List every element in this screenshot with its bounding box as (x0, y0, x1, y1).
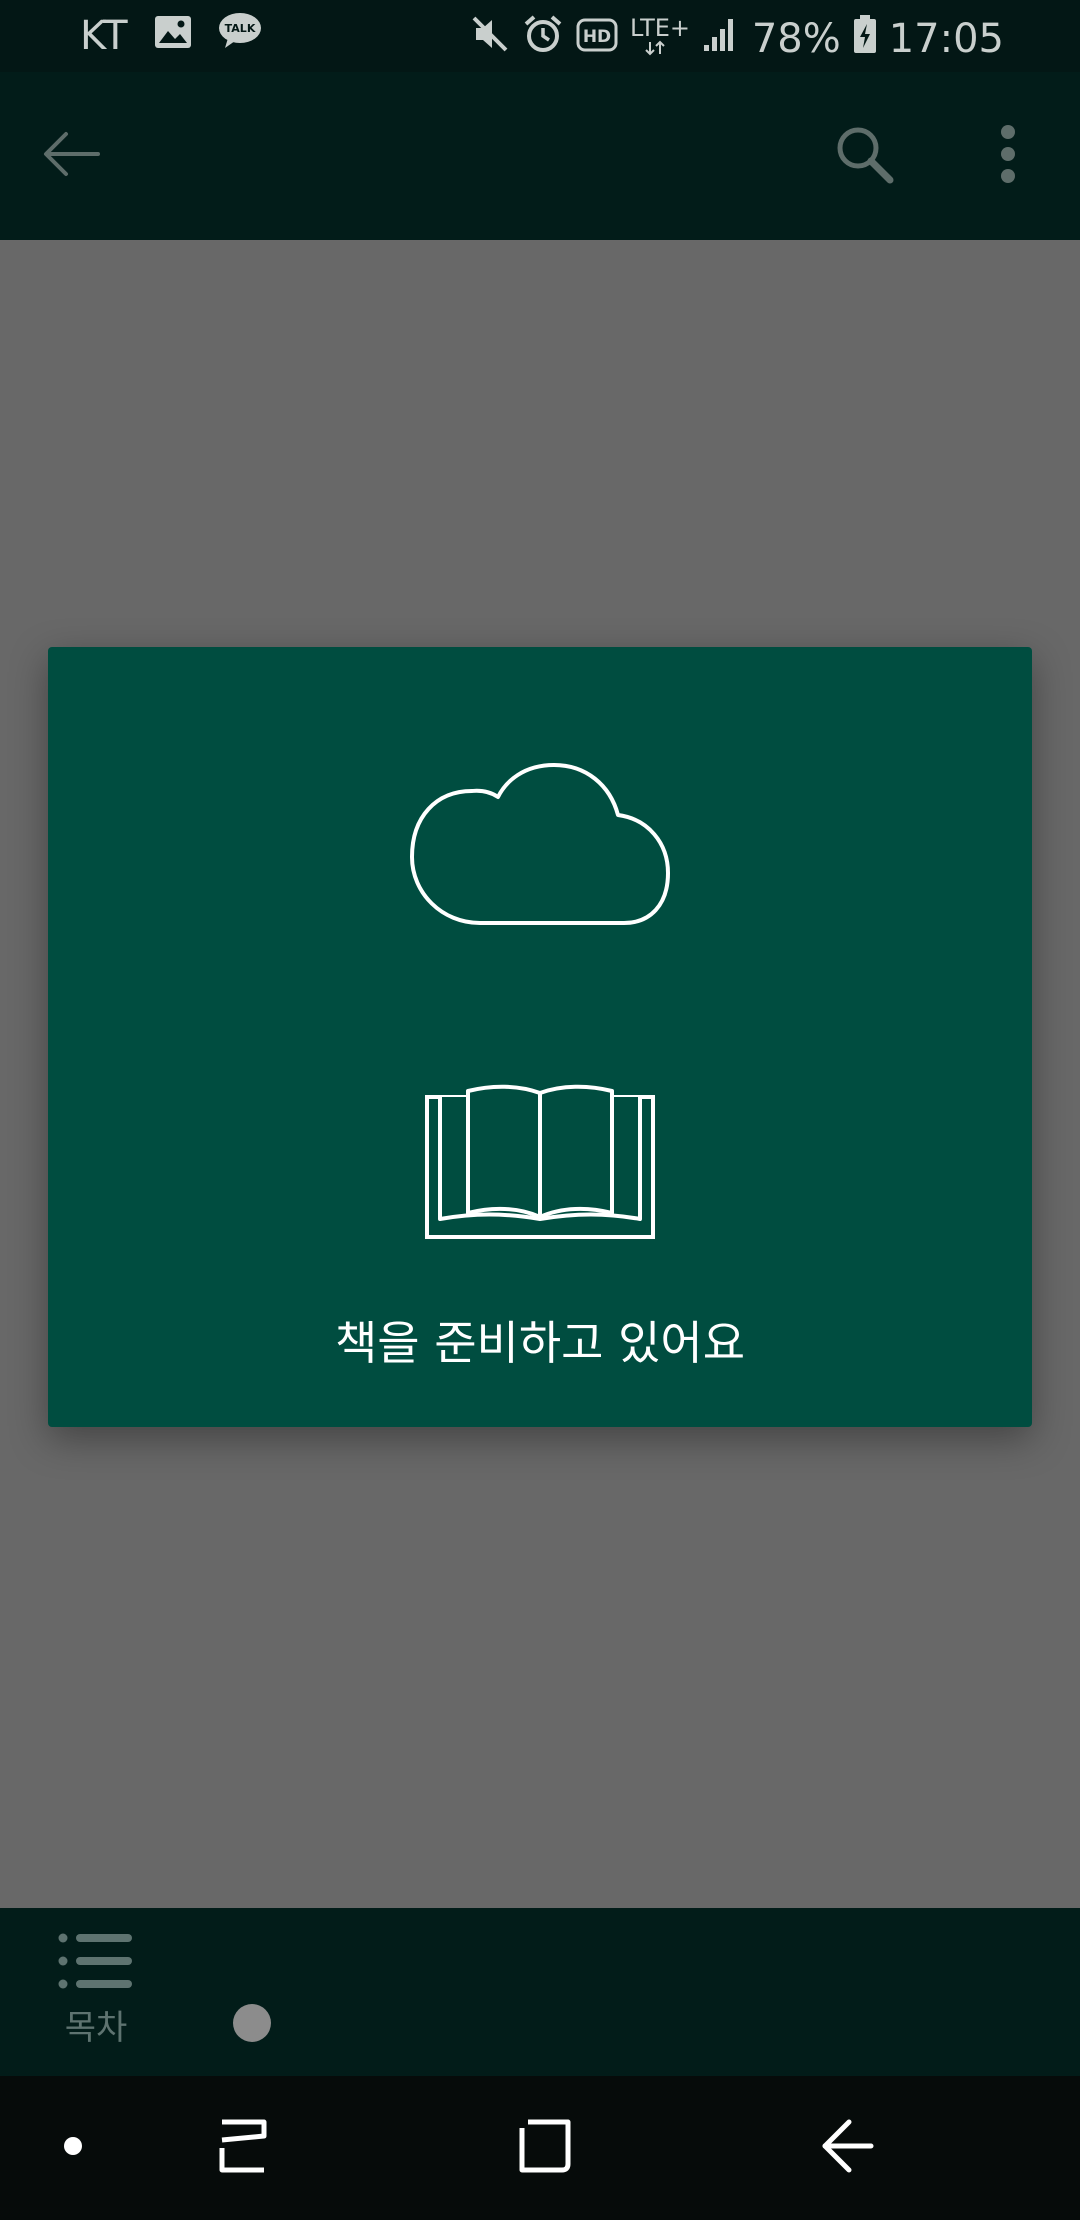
loading-dialog: 책을 준비하고 있어요 (48, 647, 1032, 1427)
talk-badge-text: TALK (224, 22, 255, 35)
open-book-icon (424, 1083, 656, 1243)
nav-dot-button[interactable] (28, 2112, 118, 2184)
toc-label: 목차 (64, 2008, 128, 2048)
cloud-icon (410, 757, 672, 931)
kakaotalk-icon: TALK (218, 12, 262, 60)
alarm-icon (522, 14, 564, 64)
app-bar (0, 72, 1080, 240)
recents-icon (216, 2118, 270, 2178)
clock: 17:05 (888, 16, 1004, 62)
back-arrow-icon (42, 130, 102, 182)
signal-icon (702, 15, 740, 63)
battery-charging-icon (853, 14, 877, 64)
progress-slider-thumb[interactable] (233, 2004, 271, 2042)
network-label: LTE+ (630, 14, 690, 42)
search-icon (834, 124, 894, 188)
home-button[interactable] (500, 2112, 590, 2184)
back-icon (819, 2118, 875, 2178)
gallery-icon (154, 13, 192, 59)
more-vert-icon (998, 124, 1018, 188)
reader-bottom-bar: 목차 (0, 1908, 1080, 2076)
toc-button[interactable]: 목차 (52, 1932, 140, 2049)
dot-icon (63, 2136, 83, 2160)
status-bar: KT TALK HD LTE+ 78% 17:05 (0, 0, 1080, 72)
recents-button[interactable] (198, 2112, 288, 2184)
hd-icon: HD (576, 16, 618, 62)
home-icon (518, 2118, 572, 2178)
carrier-label: KT (80, 13, 128, 59)
lte-icon: LTE+ (630, 12, 690, 66)
mute-icon (470, 14, 510, 64)
loading-message: 책을 준비하고 있어요 (334, 1316, 746, 1370)
back-nav-button[interactable] (802, 2112, 892, 2184)
system-nav-bar (0, 2076, 1080, 2220)
more-options-button[interactable] (966, 114, 1050, 198)
back-button[interactable] (30, 114, 114, 198)
search-button[interactable] (822, 114, 906, 198)
battery-percent: 78% (751, 16, 841, 62)
list-icon (58, 1933, 134, 1994)
hd-badge-text: HD (583, 27, 611, 47)
